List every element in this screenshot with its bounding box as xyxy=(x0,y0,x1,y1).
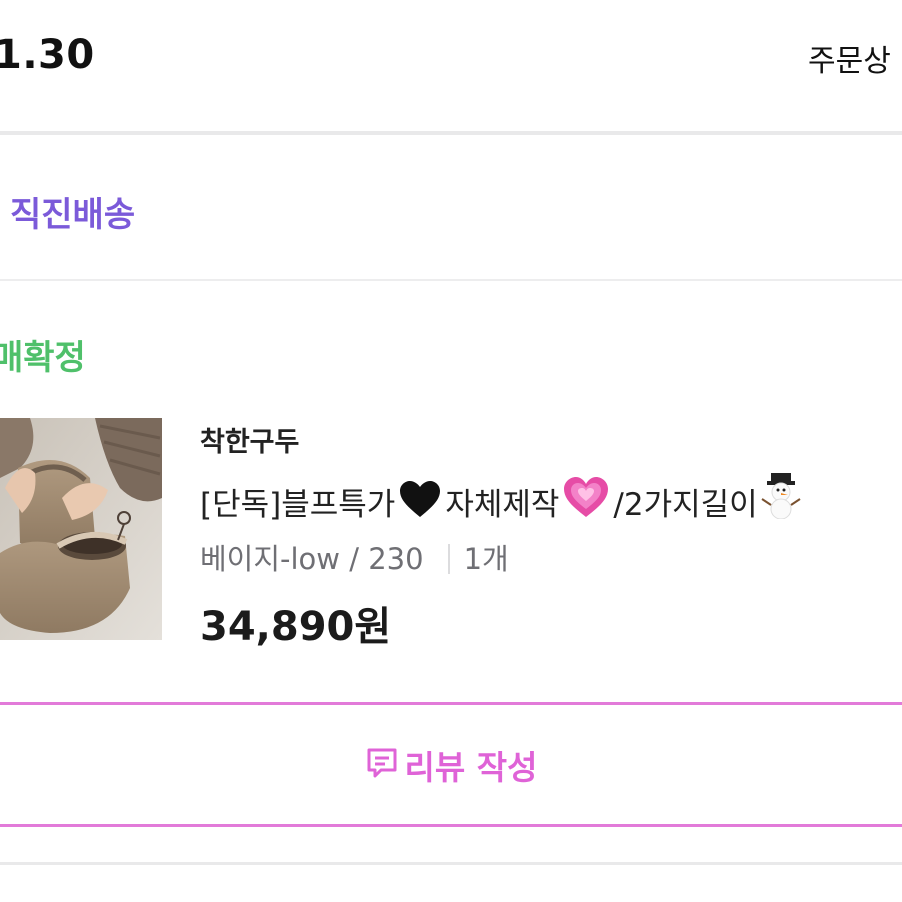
product-thumbnail[interactable] xyxy=(0,418,162,640)
black-heart-icon xyxy=(398,479,442,527)
section-divider xyxy=(0,279,902,281)
product-name-part1: [단독]블프특가 xyxy=(200,487,396,523)
snowman-icon xyxy=(761,473,801,527)
growing-heart-icon xyxy=(562,475,610,527)
option-text: 베이지-low / 230 xyxy=(200,542,424,576)
product-name-part3: /2가지길이 xyxy=(613,487,758,523)
quantity-text: 1개 xyxy=(463,542,509,576)
bottom-divider xyxy=(0,862,902,865)
order-status-label: 매확정 xyxy=(0,338,86,378)
write-review-button[interactable]: 리뷰 작성 xyxy=(0,705,902,824)
review-speech-bubble-icon xyxy=(365,746,399,784)
product-name[interactable]: [단독]블프특가 자체제작/2가지길이 xyxy=(200,473,804,527)
boots-photo xyxy=(0,418,162,640)
product-name-part2: 자체제작 xyxy=(445,487,560,523)
order-detail-link[interactable]: 주문상 xyxy=(808,36,891,80)
option-separator xyxy=(447,544,450,574)
brand-name[interactable]: 착한구두 xyxy=(200,420,299,459)
product-options: 베이지-low / 230 1개 xyxy=(200,536,509,578)
write-review-label: 리뷰 작성 xyxy=(404,747,538,787)
header-divider xyxy=(0,131,902,135)
delivery-type-label: 직진배송 xyxy=(10,195,136,235)
product-price: 34,890원 xyxy=(200,604,392,650)
order-date: 1.30 xyxy=(0,32,95,78)
